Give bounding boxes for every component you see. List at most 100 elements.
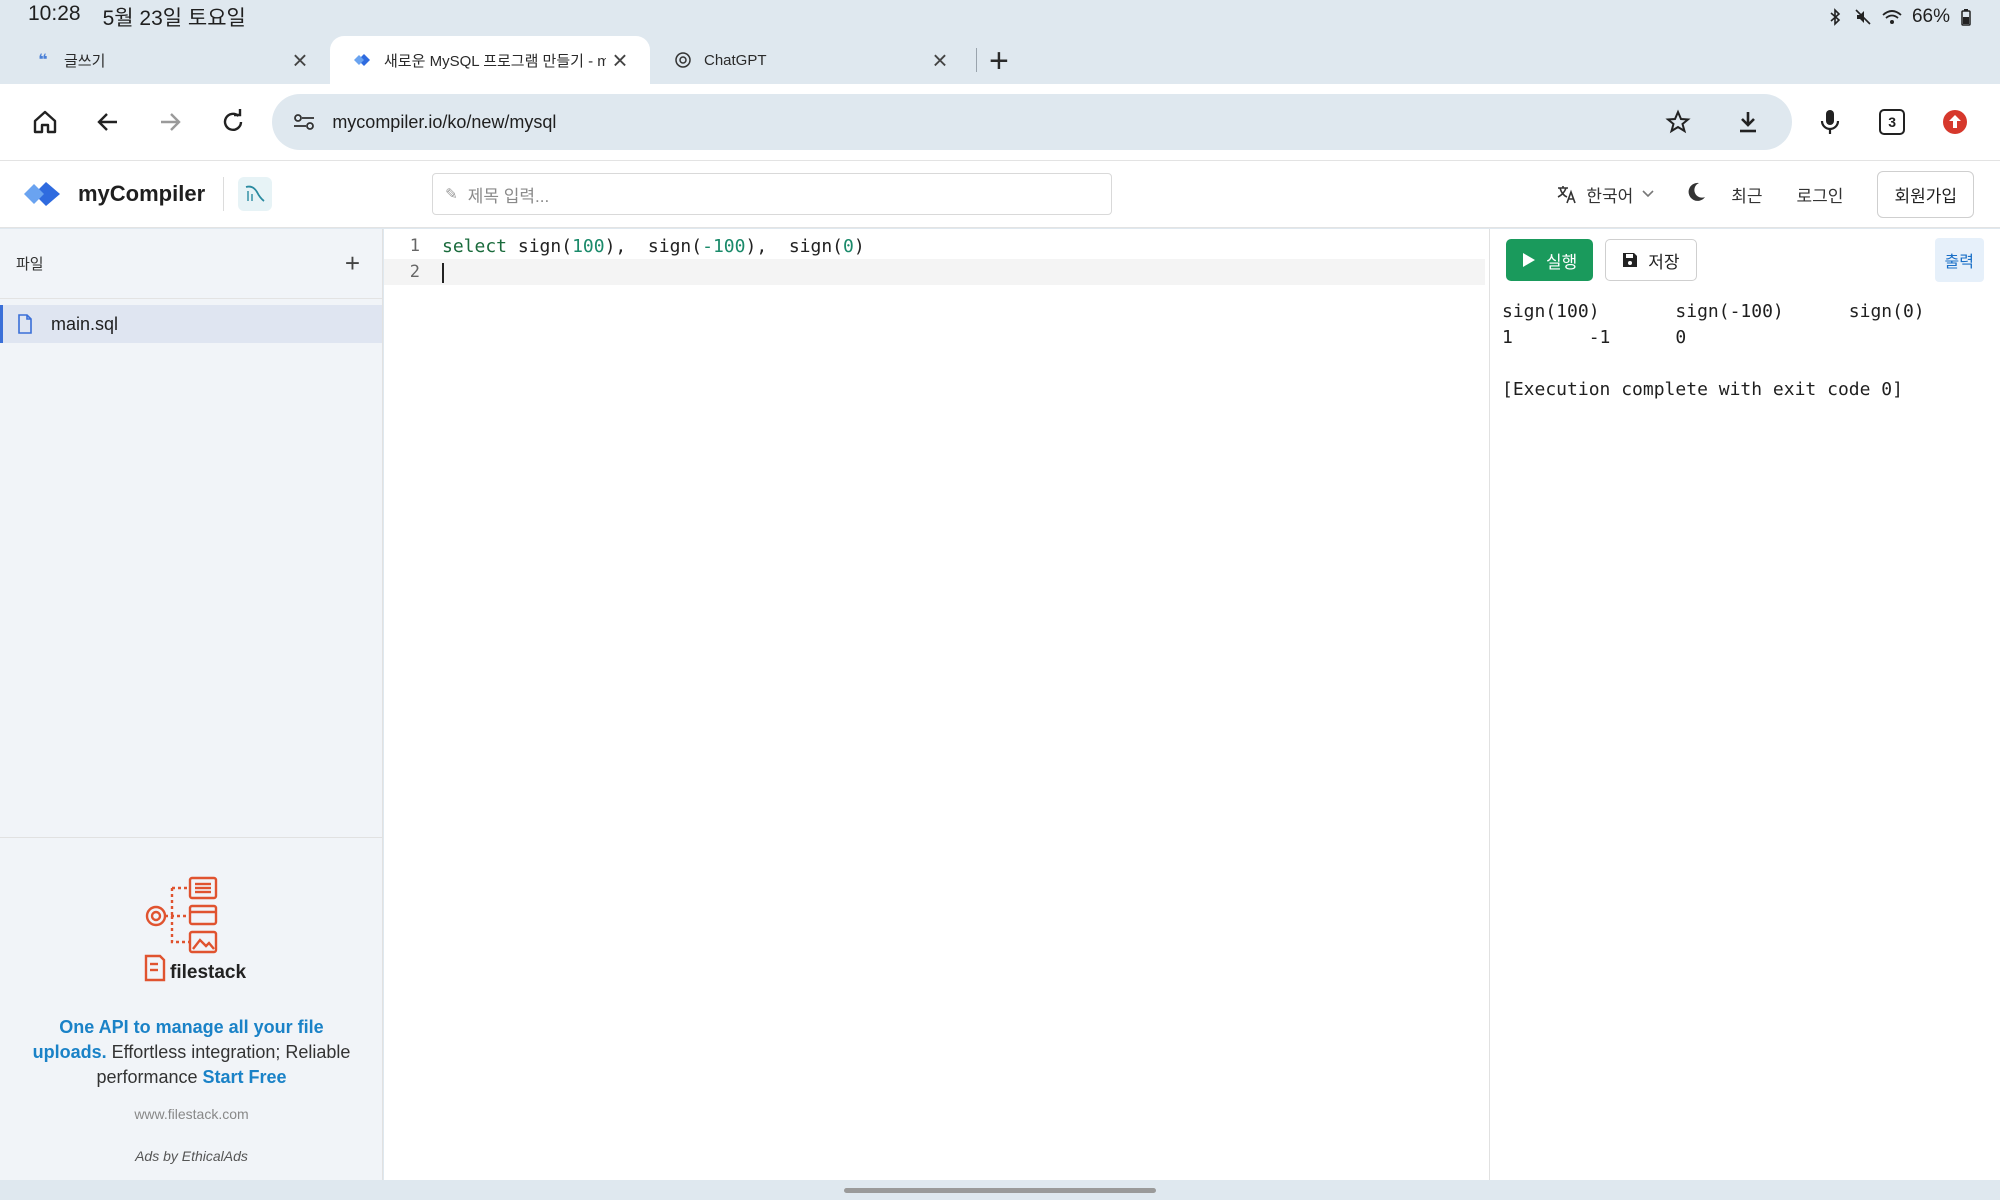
brand-name: myCompiler [78,181,206,206]
download-button[interactable] [1716,92,1780,152]
new-tab-button[interactable]: + [989,44,1009,84]
file-icon [18,314,32,334]
tab-title: 글쓰기 [64,52,106,70]
chevron-down-icon [1642,190,1654,198]
files-header: 파일 + [0,229,382,299]
output-toolbar: 실행 저장 출력 [1490,229,2000,291]
gesture-home-bar[interactable] [844,1188,1156,1193]
quote-icon: ❝ [38,52,48,69]
reload-button[interactable] [202,92,265,152]
tab-count-icon: 3 [1879,109,1906,135]
output-value-row: 1 -1 0 [1502,327,1687,348]
run-label: 실행 [1546,252,1578,272]
filestack-logo: filestack [0,876,383,991]
play-icon [1523,253,1535,267]
pencil-icon: ✎ [445,186,458,203]
translate-icon [1557,186,1577,204]
home-icon [34,110,57,134]
code-text[interactable] [432,262,444,283]
line-number: 1 [409,236,420,256]
ad-text: One API to manage all your file uploads.… [0,1015,383,1090]
add-file-button[interactable]: + [345,248,360,279]
output-header-row: sign(100) sign(-100) sign(0) [1502,301,1925,322]
title-input[interactable]: ✎ 제목 입력... [432,173,1113,215]
save-icon [1623,253,1638,267]
update-button[interactable] [1923,92,1986,152]
forward-button[interactable] [139,92,202,152]
filestack-wordmark: filestack [170,962,246,983]
logo[interactable]: myCompiler [22,178,205,210]
reload-icon [223,109,243,131]
language-selector[interactable]: 한국어 [1556,182,1655,207]
execution-status: [Execution complete with exit code 0] [1502,379,1903,400]
code-line-current[interactable]: 2 [384,259,1485,285]
close-icon[interactable]: × [606,47,634,73]
tab-switcher-button[interactable]: 3 [1861,92,1924,152]
mycompiler-logo-icon [24,182,60,206]
language-label: 한국어 [1586,186,1634,206]
battery-level: 66% [1911,6,1950,27]
files-label: 파일 [16,256,44,273]
close-icon[interactable]: × [926,47,954,73]
sponsored-ad[interactable]: filestack One API to manage all your fil… [0,837,383,1180]
chatgpt-icon [672,49,694,71]
program-output: sign(100) sign(-100) sign(0) 1 -1 0 [Execu… [1490,291,2000,403]
system-status-bar: 10:28 5월 23일 토요일 66% [0,0,2000,34]
date: 5월 23일 토요일 [102,7,246,30]
moon-icon [1688,182,1706,201]
update-icon [1942,110,1967,134]
line-number: 2 [409,262,420,282]
file-sidebar: 파일 + main.sql filestack One API to manag… [0,229,383,1180]
voice-search-button[interactable] [1798,92,1861,152]
tab-title: 새로운 MySQL 프로그램 만들기 - myCompiler [384,52,606,70]
close-icon[interactable]: × [286,47,314,73]
login-link[interactable]: 로그인 [1797,182,1844,207]
microphone-icon [1820,110,1839,134]
text-cursor [442,262,444,283]
ad-site[interactable]: www.filestack.com [0,1106,383,1122]
ad-cta[interactable]: Start Free [203,1067,287,1087]
tab-output[interactable]: 출력 [1934,238,1984,282]
tab-chatgpt[interactable]: ChatGPT × [650,36,970,84]
url-text[interactable]: mycompiler.io/ko/new/mysql [332,112,1646,133]
forward-arrow-icon [161,113,182,131]
header-divider [223,177,225,211]
wifi-icon [1882,10,1902,24]
back-arrow-icon [97,113,117,131]
star-icon [1665,109,1691,134]
code-editor[interactable]: 1 select sign(100), sign(-100), sign(0) … [384,229,1489,1180]
mute-icon [1855,9,1871,25]
mysql-language-icon[interactable] [238,177,273,211]
battery-icon [1961,9,1971,26]
back-button[interactable] [77,92,140,152]
bookmark-button[interactable] [1646,92,1710,152]
ad-attribution[interactable]: Ads by EthicalAds [0,1148,383,1164]
download-icon [1740,112,1757,133]
browser-toolbar: mycompiler.io/ko/new/mysql 3 [0,84,2000,160]
title-placeholder: 제목 입력... [467,186,550,206]
file-name: main.sql [51,313,119,334]
save-button[interactable]: 저장 [1605,239,1697,281]
address-bar[interactable]: mycompiler.io/ko/new/mysql [272,92,1793,152]
code-line[interactable]: 1 select sign(100), sign(-100), sign(0) [384,233,1485,259]
signup-button[interactable]: 회원가입 [1877,170,1974,218]
clock: 10:28 [28,2,81,25]
tab-count: 3 [1888,114,1897,130]
bluetooth-icon [1830,8,1841,26]
recent-link[interactable]: 최근 [1731,182,1762,207]
file-item-main-sql[interactable]: main.sql [0,305,382,343]
app-header: myCompiler ✎ 제목 입력... 한국어 최근 로그인 회원가입 [0,160,2000,228]
site-settings-icon[interactable] [292,111,316,133]
run-button[interactable]: 실행 [1506,239,1594,281]
save-label: 저장 [1648,252,1680,272]
tab-title: ChatGPT [704,51,767,69]
dark-mode-toggle[interactable] [1685,181,1707,208]
tab-strip: ❝ 글쓰기 × 새로운 MySQL 프로그램 만들기 - myCompiler … [0,36,2000,84]
mycompiler-icon [352,49,374,71]
output-panel: 실행 저장 출력 sign(100) sign(-100) sign(0) 1 -… [1489,229,2000,1180]
tab-writing[interactable]: ❝ 글쓰기 × [10,36,330,84]
home-button[interactable] [14,92,77,152]
tab-mycompiler[interactable]: 새로운 MySQL 프로그램 만들기 - myCompiler × [330,36,650,84]
code-text[interactable]: select sign(100), sign(-100), sign(0) [432,236,865,257]
tab-divider [976,48,977,72]
